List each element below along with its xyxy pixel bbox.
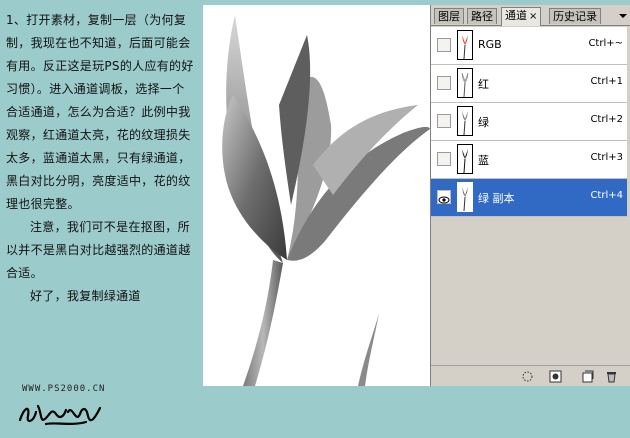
tab-layers[interactable]: 图层 xyxy=(434,8,464,24)
save-selection-icon[interactable] xyxy=(549,370,562,383)
visibility-toggle[interactable] xyxy=(437,190,451,204)
tab-close-icon[interactable]: × xyxy=(529,11,537,22)
panel-menu-icon[interactable] xyxy=(618,10,628,20)
channel-name: RGB xyxy=(478,38,502,51)
new-channel-icon[interactable] xyxy=(581,370,594,383)
channel-row-red[interactable]: 红 Ctrl+1 xyxy=(431,65,627,103)
panel-tab-bar: 图层 路径 通道 × 历史记录 xyxy=(431,5,630,26)
channel-list: RGB Ctrl+~ 红 Ctrl+1 绿 Ctrl+2 蓝 Ctrl+3 绿 … xyxy=(431,27,627,217)
channel-shortcut: Ctrl+2 xyxy=(590,114,623,125)
channel-thumbnail xyxy=(457,30,473,60)
tab-paths-label: 路径 xyxy=(471,10,493,23)
visibility-toggle[interactable] xyxy=(437,76,451,90)
tulip-image xyxy=(222,15,430,386)
channels-panel: 图层 路径 通道 × 历史记录 RGB Ctrl+~ 红 Ctrl+1 绿 Ct… xyxy=(430,5,630,386)
tutorial-paragraph-2: 注意，我们可不是在抠图，所以并不是黑白对比越强烈的通道越合适。 xyxy=(6,220,191,280)
channel-name: 红 xyxy=(478,78,489,91)
channel-thumbnail xyxy=(457,106,473,136)
channel-row-rgb[interactable]: RGB Ctrl+~ xyxy=(431,27,627,65)
site-watermark: WWW.PS2000.CN xyxy=(22,384,106,394)
channel-name: 绿 副本 xyxy=(478,192,515,205)
author-signature xyxy=(18,404,102,426)
tutorial-paragraph-3: 好了，我复制绿通道 xyxy=(30,289,141,303)
tutorial-text: 1、打开素材，复制一层（为何复制，我现在也不知道，后面可能会有用。反正这是玩PS… xyxy=(6,9,196,308)
channel-row-blue[interactable]: 蓝 Ctrl+3 xyxy=(431,141,627,179)
channel-shortcut: Ctrl+1 xyxy=(590,76,623,87)
visibility-toggle[interactable] xyxy=(437,38,451,52)
tulip-photo xyxy=(203,5,430,386)
channel-name: 绿 xyxy=(478,116,489,129)
load-selection-icon[interactable] xyxy=(521,370,534,383)
tab-history-label: 历史记录 xyxy=(553,10,597,23)
channel-row-green[interactable]: 绿 Ctrl+2 xyxy=(431,103,627,141)
eye-icon xyxy=(438,196,450,204)
tab-channels-label: 通道 xyxy=(505,9,527,22)
channel-thumbnail xyxy=(457,182,473,212)
tab-layers-label: 图层 xyxy=(438,10,460,23)
channel-row-green-copy[interactable]: 绿 副本 Ctrl+4 xyxy=(431,179,627,217)
delete-channel-icon[interactable] xyxy=(605,370,618,383)
channel-shortcut: Ctrl+3 xyxy=(590,152,623,163)
panel-footer xyxy=(431,365,630,386)
channel-shortcut: Ctrl+~ xyxy=(588,38,623,49)
visibility-toggle[interactable] xyxy=(437,114,451,128)
tab-paths[interactable]: 路径 xyxy=(467,8,497,24)
visibility-toggle[interactable] xyxy=(437,152,451,166)
channel-thumbnail xyxy=(457,68,473,98)
channel-thumbnail xyxy=(457,144,473,174)
tutorial-paragraph-1: 1、打开素材，复制一层（为何复制，我现在也不知道，后面可能会有用。反正这是玩PS… xyxy=(6,13,194,211)
channel-shortcut: Ctrl+4 xyxy=(590,190,623,201)
channel-name: 蓝 xyxy=(478,154,489,167)
tab-history[interactable]: 历史记录 xyxy=(549,8,601,24)
tab-channels[interactable]: 通道 × xyxy=(501,7,542,26)
